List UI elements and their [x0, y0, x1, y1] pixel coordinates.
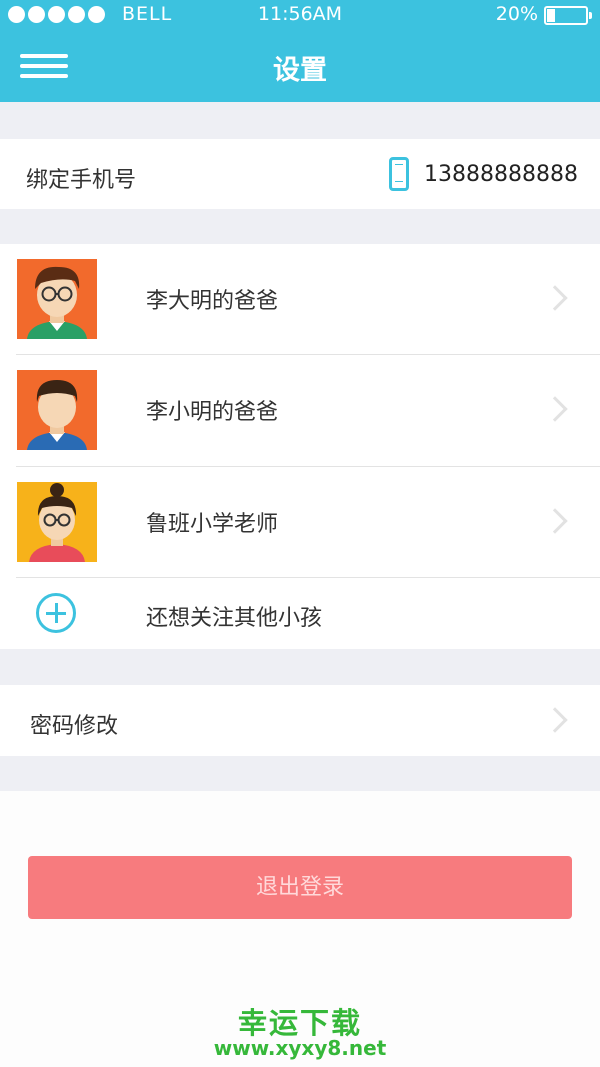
- child-name: 李大明的爸爸: [146, 289, 279, 314]
- boy-glasses-avatar: [17, 259, 97, 339]
- woman-teacher-avatar: [17, 482, 97, 562]
- followed-children-list: 李大明的爸爸 李小明的爸爸 鲁班小学老师 还想关注其他小孩: [0, 244, 600, 649]
- chevron-right-icon: [542, 396, 568, 422]
- chevron-right-icon: [542, 508, 568, 534]
- plus-circle-icon[interactable]: [36, 593, 76, 633]
- page-title: 设置: [273, 55, 327, 86]
- phone-binding-row[interactable]: 绑定手机号 13888888888: [0, 139, 600, 209]
- add-child-row[interactable]: 还想关注其他小孩: [0, 578, 600, 649]
- mobile-phone-icon: [389, 157, 409, 191]
- status-bar: BELL 11:56AM 20%: [0, 0, 600, 30]
- app-header: BELL 11:56AM 20% 设置: [0, 0, 600, 102]
- change-password-label: 密码修改: [30, 714, 119, 739]
- battery-percentage: 20%: [495, 3, 538, 25]
- battery-level: [547, 9, 555, 22]
- add-child-label: 还想关注其他小孩: [146, 606, 323, 631]
- watermark-url: www.xyxy8.net: [213, 1036, 387, 1060]
- boy-avatar: [17, 370, 97, 450]
- child-row-3[interactable]: 鲁班小学老师: [0, 467, 600, 577]
- logout-button[interactable]: 退出登录: [28, 856, 572, 919]
- change-password-row[interactable]: 密码修改: [0, 685, 600, 756]
- child-row-2[interactable]: 李小明的爸爸: [0, 355, 600, 466]
- battery-icon: [544, 6, 592, 25]
- chevron-right-icon: [542, 707, 568, 733]
- phone-binding-label: 绑定手机号: [26, 168, 137, 193]
- child-name: 李小明的爸爸: [146, 400, 279, 425]
- chevron-right-icon: [542, 285, 568, 311]
- child-name: 鲁班小学老师: [146, 512, 279, 537]
- phone-number: 13888888888: [424, 162, 578, 187]
- child-row-1[interactable]: 李大明的爸爸: [0, 244, 600, 354]
